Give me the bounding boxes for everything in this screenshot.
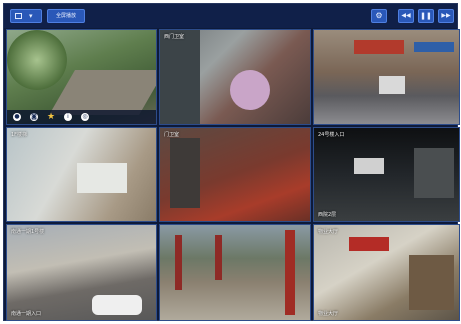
camera-tile[interactable]: ● ◙ ★ i ◎ bbox=[6, 29, 157, 125]
tree-shape bbox=[7, 30, 67, 90]
door-frame-shape bbox=[170, 138, 200, 208]
snapshot-icon[interactable]: ◙ bbox=[30, 113, 38, 121]
skip-back-icon: ◀◀ bbox=[401, 12, 411, 19]
camera-label: 24号楼入口 bbox=[318, 132, 345, 138]
banner-shape bbox=[349, 237, 389, 251]
layout-select-button[interactable]: ▾ bbox=[10, 9, 42, 23]
camera-tile[interactable]: 物业大厅 物业大厅 bbox=[313, 224, 460, 321]
skip-forward-icon: ▶▶ bbox=[441, 12, 451, 19]
camera-label: 物业大厅 bbox=[318, 311, 339, 317]
camera-label: 物业大厅 bbox=[318, 229, 339, 235]
shop-sign-shape bbox=[354, 40, 404, 54]
previous-page-button[interactable]: ◀◀ bbox=[398, 9, 414, 23]
gate-shape bbox=[414, 148, 454, 198]
camera-label: 西门卫室 bbox=[164, 34, 185, 40]
umbrella-shape bbox=[230, 70, 270, 110]
camera-tile[interactable]: 1F楼梯 bbox=[6, 127, 157, 222]
camera-grid: ● ◙ ★ i ◎ 西门卫室 1F楼梯 门卫室 24号楼入口 西院2层 南通一期… bbox=[6, 29, 460, 321]
info-icon[interactable]: i bbox=[64, 113, 72, 121]
ptz-icon[interactable]: ◎ bbox=[81, 113, 89, 121]
fullscreen-play-button[interactable]: 全屏播放 bbox=[47, 9, 85, 23]
favorite-star-icon[interactable]: ★ bbox=[47, 113, 55, 122]
car-shape bbox=[354, 158, 384, 174]
banner-shape bbox=[285, 230, 295, 315]
pillar-shape bbox=[215, 235, 222, 280]
pause-button[interactable]: ❚❚ bbox=[418, 9, 434, 23]
camera-tile[interactable]: 南通一期1号楼 南通一期入口 bbox=[6, 224, 157, 321]
camera-control-bar: ● ◙ ★ i ◎ bbox=[7, 110, 156, 124]
shop-sign-shape bbox=[414, 42, 454, 52]
toolbar: ▾ 全屏播放 ⚙ ◀◀ ❚❚ ▶▶ bbox=[4, 4, 457, 28]
chevron-down-icon: ▾ bbox=[29, 12, 33, 20]
camera-label: 南通一期1号楼 bbox=[11, 229, 45, 235]
counter-shape bbox=[409, 255, 454, 310]
camera-label: 南通一期入口 bbox=[11, 311, 42, 317]
wall-shape bbox=[160, 30, 200, 124]
camera-label: 1F楼梯 bbox=[11, 132, 28, 138]
camera-label: 门卫室 bbox=[164, 132, 180, 138]
desk-shape bbox=[77, 163, 127, 193]
pause-icon: ❚❚ bbox=[420, 12, 432, 20]
camera-tile[interactable]: 门卫室 bbox=[159, 127, 311, 222]
video-wall-frame: ▾ 全屏播放 ⚙ ◀◀ ❚❚ ▶▶ ● ◙ ★ i ◎ 西门卫室 1F楼梯 门卫… bbox=[3, 3, 460, 321]
record-icon[interactable]: ● bbox=[13, 113, 21, 121]
settings-button[interactable]: ⚙ bbox=[371, 9, 387, 23]
camera-tile[interactable]: 西门卫室 bbox=[159, 29, 311, 125]
camera-label: 西院2层 bbox=[318, 212, 337, 218]
camera-tile[interactable]: 24号楼入口 西院2层 bbox=[313, 127, 460, 222]
car-shape bbox=[92, 295, 142, 315]
camera-tile[interactable] bbox=[159, 224, 311, 321]
gear-icon: ⚙ bbox=[375, 11, 383, 20]
grid-layout-icon bbox=[15, 13, 22, 19]
pillar-shape bbox=[175, 235, 182, 290]
next-page-button[interactable]: ▶▶ bbox=[438, 9, 454, 23]
car-shape bbox=[379, 76, 405, 94]
camera-tile[interactable] bbox=[313, 29, 460, 125]
